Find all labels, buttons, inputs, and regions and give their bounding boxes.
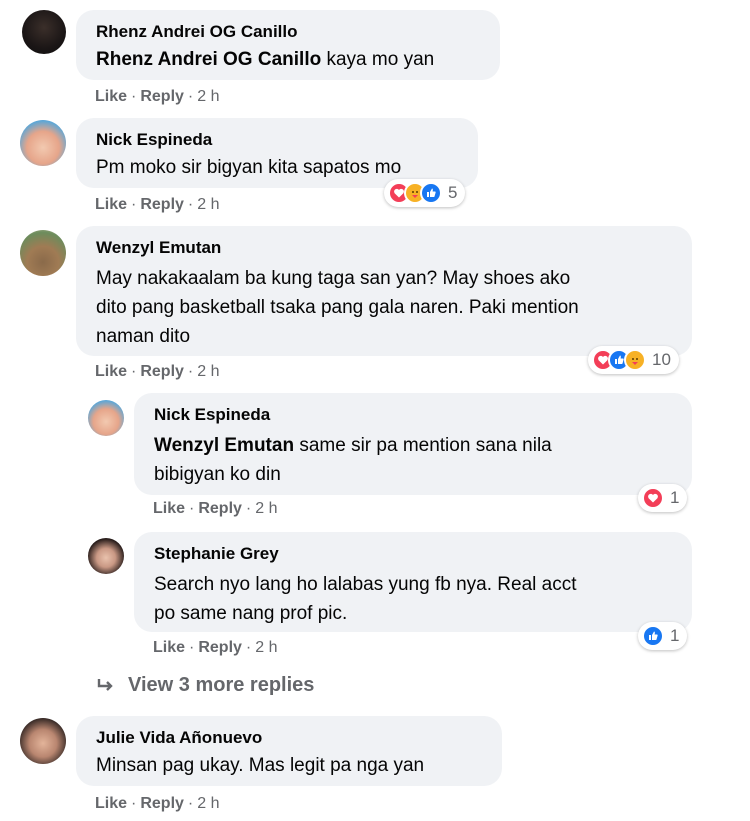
comment-bubble: Rhenz Andrei OG Canillo Rhenz Andrei OG … (76, 10, 500, 80)
avatar[interactable] (20, 718, 66, 764)
reactions-summary[interactable]: 1 (638, 484, 688, 512)
comment-text-line: dito pang basketball tsaka pang gala nar… (96, 297, 579, 318)
reactions-summary[interactable]: 10 (588, 346, 679, 374)
avatar[interactable] (22, 10, 66, 54)
timestamp[interactable]: 2 h (197, 88, 219, 105)
mention-link[interactable]: Rhenz Andrei OG Canillo (96, 49, 321, 70)
reactions-summary[interactable]: 5 (384, 179, 466, 207)
comment-bubble: Julie Vida Añonuevo Minsan pag ukay. Mas… (76, 716, 502, 786)
comment-text-line: May nakakaalam ba kung taga san yan? May… (96, 268, 571, 289)
comment-actions: Like · Reply · 2 h (95, 795, 220, 812)
reply-bubble: Stephanie Grey Search nyo lang ho lalaba… (134, 532, 692, 632)
view-more-replies-label: View 3 more replies (128, 674, 315, 696)
timestamp[interactable]: 2 h (197, 363, 219, 380)
reply-author[interactable]: Stephanie Grey (154, 544, 674, 564)
comment-actions: Like · Reply · 2 h (95, 88, 220, 105)
reply-author[interactable]: Nick Espineda (154, 405, 674, 425)
reply-button[interactable]: Reply (140, 196, 184, 213)
comment-text: Rhenz Andrei OG Canillo kaya mo yan (96, 48, 482, 72)
avatar[interactable] (88, 400, 124, 436)
view-more-replies-link[interactable]: View 3 more replies (96, 674, 314, 697)
reaction-count: 1 (670, 626, 680, 645)
mention-link[interactable]: Wenzyl Emutan (154, 435, 294, 456)
like-button[interactable]: Like (95, 795, 127, 812)
reply-arrow-icon (97, 678, 113, 691)
timestamp[interactable]: 2 h (255, 639, 277, 656)
reply-button[interactable]: Reply (140, 795, 184, 812)
care-icon (624, 349, 646, 371)
timestamp[interactable]: 2 h (197, 196, 219, 213)
love-icon (642, 487, 664, 509)
comment-author[interactable]: Nick Espineda (96, 130, 460, 150)
avatar[interactable] (20, 120, 66, 166)
like-button[interactable]: Like (153, 639, 185, 656)
reply-button[interactable]: Reply (198, 639, 242, 656)
like-icon (642, 625, 664, 647)
reply-button[interactable]: Reply (140, 88, 184, 105)
reply-text-line: Search nyo lang ho lalabas yung fb nya. … (154, 574, 577, 595)
like-button[interactable]: Like (95, 196, 127, 213)
reaction-count: 5 (448, 183, 458, 202)
reaction-count: 1 (670, 488, 680, 507)
reply-text-line: bibigyan ko din (154, 464, 281, 485)
timestamp[interactable]: 2 h (255, 500, 277, 517)
reply-text-line: same sir pa mention sana nila (294, 435, 552, 456)
comment-text: Minsan pag ukay. Mas legit pa nga yan (96, 755, 425, 776)
avatar[interactable] (88, 538, 124, 574)
reply-actions: Like · Reply · 2 h (153, 500, 278, 517)
comment-bubble: Nick Espineda Pm moko sir bigyan kita sa… (76, 118, 478, 188)
reply-button[interactable]: Reply (140, 363, 184, 380)
reaction-count: 10 (652, 350, 671, 369)
like-icon (420, 182, 442, 204)
comment-actions: Like · Reply · 2 h (95, 363, 220, 380)
comment-bubble: Wenzyl Emutan May nakakaalam ba kung tag… (76, 226, 692, 356)
comment-author[interactable]: Julie Vida Añonuevo (96, 728, 484, 748)
timestamp[interactable]: 2 h (197, 795, 219, 812)
comment-actions: Like · Reply · 2 h (95, 196, 220, 213)
avatar[interactable] (20, 230, 66, 276)
comment-text-line: naman dito (96, 326, 191, 347)
comment-author[interactable]: Wenzyl Emutan (96, 238, 674, 258)
reply-text-line: po same nang prof pic. (154, 603, 348, 624)
like-button[interactable]: Like (153, 500, 185, 517)
reply-bubble: Nick Espineda Wenzyl Emutan same sir pa … (134, 393, 692, 495)
comment-text-body: kaya mo yan (321, 49, 435, 70)
reply-text: Wenzyl Emutan same sir pa mention sana n… (154, 431, 674, 460)
reply-button[interactable]: Reply (198, 500, 242, 517)
comment-text: Pm moko sir bigyan kita sapatos mo (96, 157, 402, 178)
reactions-summary[interactable]: 1 (638, 622, 688, 650)
comment-author[interactable]: Rhenz Andrei OG Canillo (96, 22, 482, 42)
like-button[interactable]: Like (95, 88, 127, 105)
like-button[interactable]: Like (95, 363, 127, 380)
reply-actions: Like · Reply · 2 h (153, 639, 278, 656)
